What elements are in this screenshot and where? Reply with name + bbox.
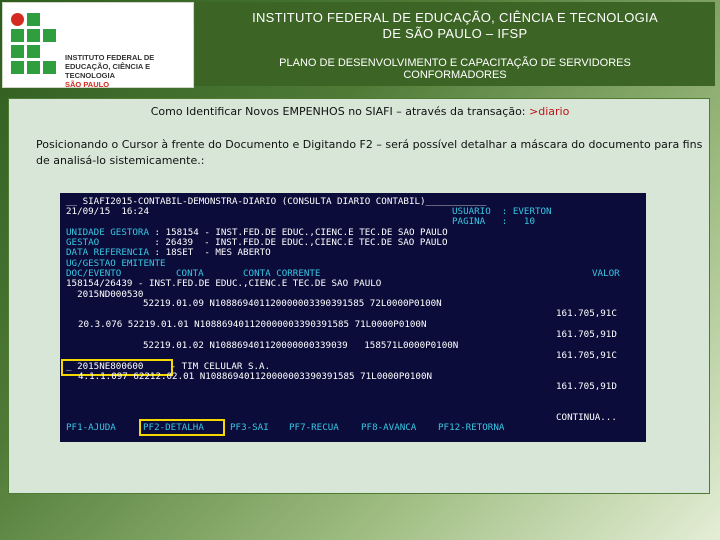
pf7-key[interactable]: PF7-RECUA — [289, 422, 339, 433]
terminal-datetime: 21/09/15 16:24 — [66, 206, 149, 217]
terminal-doc-nd[interactable]: 2015ND000530 — [66, 289, 143, 300]
pf8-key[interactable]: PF8-AVANCA — [361, 422, 416, 433]
terminal-page: PAGINA : 10 — [452, 216, 535, 227]
terminal-emitente-value: 158154/26439 - INST.FED.DE EDUC.,CIENC.E… — [66, 278, 382, 289]
logo-line-1: INSTITUTO FEDERAL DE — [65, 53, 155, 62]
terminal-dataref-value: : 18SET - MES ABERTO — [149, 247, 271, 258]
header-title-line-1: INSTITUTO FEDERAL DE EDUCAÇÃO, CIÊNCIA E… — [252, 10, 658, 25]
panel-title-text: Como Identificar Novos EMPENHOS no SIAFI… — [150, 105, 529, 118]
terminal-row-5-value: 161.705,91D — [556, 381, 617, 392]
pf3-key[interactable]: PF3-SAI — [230, 422, 269, 433]
pf1-key[interactable]: PF1-AJUDA — [66, 422, 116, 433]
siafi-terminal-screen[interactable]: __ SIAFI2015-CONTABIL-DEMONSTRA-DIARIO (… — [60, 193, 646, 442]
terminal-row-2-value: 161.705,91D — [556, 329, 617, 340]
transaction-name: >diario — [529, 105, 570, 118]
header-subtitle-line-1: PLANO DE DESENVOLVIMENTO E CAPACITAÇÃO D… — [279, 57, 631, 69]
pf2-highlight-box — [139, 419, 225, 436]
panel-title: Como Identificar Novos EMPENHOS no SIAFI… — [9, 105, 711, 118]
logo-line-2: EDUCAÇÃO, CIÊNCIA E TECNOLOGIA — [65, 62, 151, 80]
terminal-row-3: 52219.01.02 N108869401120000000339039 15… — [143, 340, 459, 351]
terminal-row-3-value: 161.705,91C — [556, 350, 617, 361]
terminal-row-2: 20.3.076 52219.01.01 N108869401120000003… — [78, 319, 427, 330]
header-subtitle-line-2: CONFORMADORES — [403, 69, 507, 81]
terminal-col-valor: VALOR — [592, 268, 620, 279]
terminal-continua: CONTINUA... — [556, 412, 617, 423]
terminal-dataref-label: DATA REFERENCIA — [66, 247, 149, 258]
logo-mark-icon — [11, 13, 59, 77]
terminal-row-1-value: 161.705,91C — [556, 308, 617, 319]
terminal-row-5: 4.1.1.097 62212.02.01 N10886940112000000… — [78, 371, 433, 382]
panel-description: Posicionando o Cursor à frente do Docume… — [36, 138, 703, 167]
ifsp-logo: INSTITUTO FEDERAL DE EDUCAÇÃO, CIÊNCIA E… — [2, 2, 194, 89]
logo-line-3: SÃO PAULO — [65, 80, 110, 89]
pf12-key[interactable]: PF12-RETORNA — [438, 422, 504, 433]
terminal-row-1: 52219.01.09 N108869401120000003390391585… — [143, 298, 442, 309]
header-title-line-2: DE SÃO PAULO – IFSP — [382, 26, 528, 41]
header-banner: INSTITUTO FEDERAL DE EDUCAÇÃO, CIÊNCIA E… — [195, 2, 715, 86]
logo-text: INSTITUTO FEDERAL DE EDUCAÇÃO, CIÊNCIA E… — [65, 53, 191, 89]
